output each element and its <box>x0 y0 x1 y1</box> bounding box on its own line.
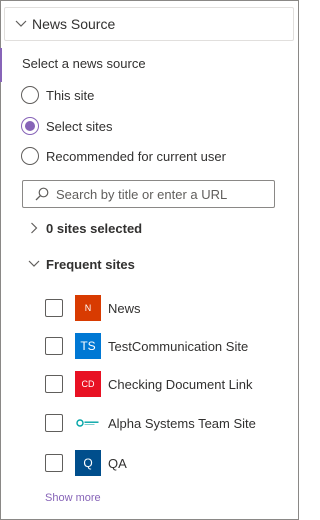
chevron-right-icon <box>27 221 41 235</box>
site-item-news[interactable]: N News <box>45 295 141 321</box>
site-item-alpha-systems[interactable]: Alpha Systems Team Site <box>45 410 256 436</box>
site-item-checking-document-link[interactable]: CD Checking Document Link <box>45 371 253 397</box>
site-checkbox[interactable] <box>45 299 63 317</box>
site-logo: CD <box>75 371 101 397</box>
site-name: News <box>108 300 141 316</box>
site-checkbox[interactable] <box>45 454 63 472</box>
site-logo: TS <box>75 333 101 359</box>
news-source-header[interactable]: News Source <box>4 7 294 41</box>
option-label: Recommended for current user <box>46 148 226 164</box>
option-this-site[interactable]: This site <box>21 85 94 105</box>
site-search-box[interactable] <box>22 180 275 208</box>
search-input[interactable] <box>56 186 274 202</box>
option-select-sites[interactable]: Select sites <box>21 116 112 136</box>
site-name: TestCommunication Site <box>108 338 249 354</box>
chevron-down-icon <box>14 17 28 31</box>
site-checkbox[interactable] <box>45 414 63 432</box>
frequent-sites-label: Frequent sites <box>46 256 135 272</box>
select-news-source-label: Select a news source <box>22 56 146 71</box>
selected-sites-group[interactable]: 0 sites selected <box>27 218 142 238</box>
radio-dot <box>25 121 35 131</box>
alpha-logo-icon <box>75 410 101 436</box>
radio-button-checked[interactable] <box>21 117 39 135</box>
site-name: Alpha Systems Team Site <box>108 415 256 431</box>
radio-button[interactable] <box>21 86 39 104</box>
site-checkbox[interactable] <box>45 337 63 355</box>
site-item-qa[interactable]: Q QA <box>45 450 127 476</box>
site-name: Checking Document Link <box>108 376 253 392</box>
site-logo: N <box>75 295 101 321</box>
radio-button[interactable] <box>21 147 39 165</box>
option-label: This site <box>46 87 95 103</box>
option-label: Select sites <box>46 118 113 134</box>
site-checkbox[interactable] <box>45 375 63 393</box>
frequent-sites-group[interactable]: Frequent sites <box>27 254 135 274</box>
section-title: News Source <box>32 16 116 32</box>
selected-sites-label: 0 sites selected <box>46 220 143 236</box>
chevron-down-icon <box>27 257 41 271</box>
site-name: QA <box>108 455 127 471</box>
site-logo: Q <box>75 450 101 476</box>
option-recommended[interactable]: Recommended for current user <box>21 146 226 166</box>
search-icon <box>34 186 50 202</box>
site-item-testcommunication[interactable]: TS TestCommunication Site <box>45 333 248 359</box>
focus-accent-bar <box>0 48 2 82</box>
show-more-link[interactable]: Show more <box>45 492 101 504</box>
